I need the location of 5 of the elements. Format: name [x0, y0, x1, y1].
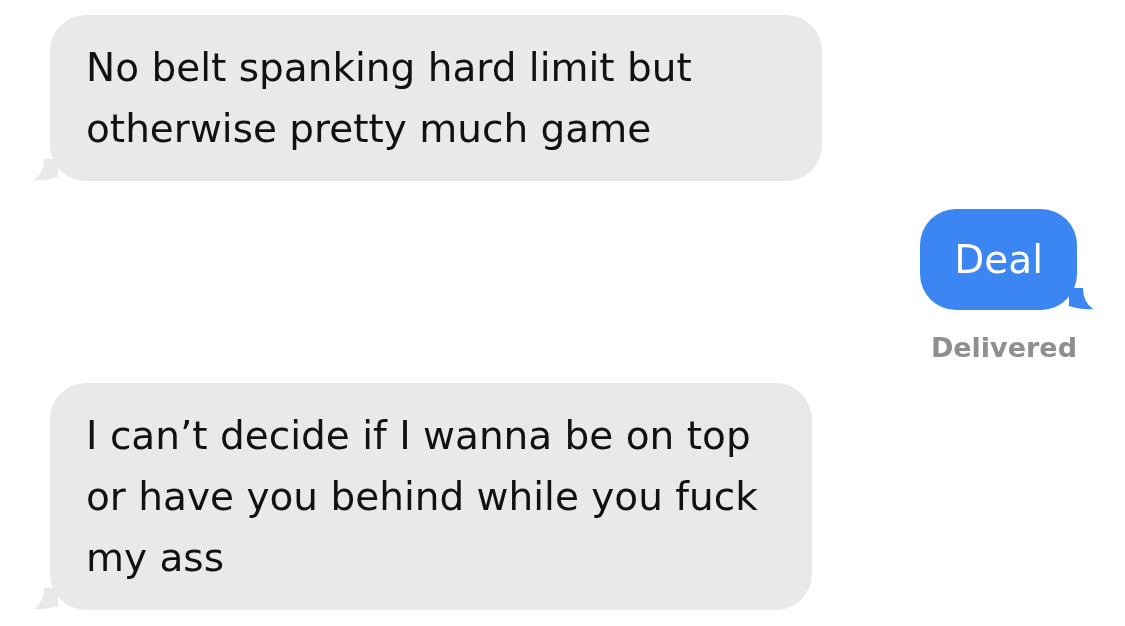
delivery-status: Delivered	[930, 332, 1077, 363]
bubble-tail	[1069, 288, 1093, 310]
outgoing-message: Deal	[920, 209, 1077, 310]
incoming-message: No belt spanking hard limit but otherwise pretty much game	[50, 15, 822, 181]
incoming-message: I can’t decide if I wanna be on top or have you behind while you fuck my ass	[50, 383, 812, 610]
